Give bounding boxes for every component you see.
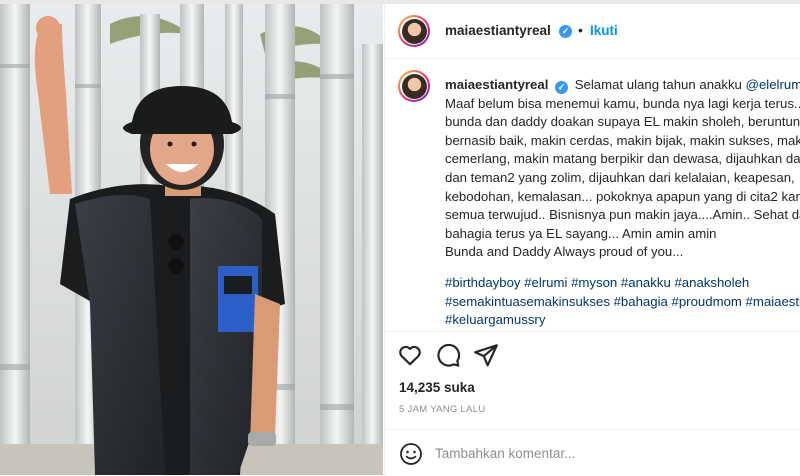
caption-verified-badge-icon: ✓ bbox=[555, 81, 569, 94]
caption-line: bernasib baik, makin cerdas, makin bijak… bbox=[445, 132, 800, 148]
post-side-panel: maiaestiantyreal ✓ • Ikuti maiaestiantyr… bbox=[384, 4, 800, 475]
caption-line: dan teman2 yang zolim, dijauhkan dari ke… bbox=[445, 169, 795, 185]
caption-line: bunda dan daddy doakan supaya EL makin s… bbox=[445, 114, 800, 130]
caption-area: maiaestiantyreal ✓ Selamat ulang tahun a… bbox=[385, 59, 800, 331]
photo-illustration bbox=[0, 4, 383, 475]
caption-line: semua terwujud.. Bisnisnya pun makin jay… bbox=[445, 207, 800, 223]
caption-line: Maaf belum bisa menemui kamu, bunda nya … bbox=[445, 95, 800, 111]
action-bar bbox=[385, 331, 800, 376]
comment-input[interactable] bbox=[435, 442, 775, 464]
caption-line: kebodohan, kemalasan... pokoknya apapun … bbox=[445, 188, 800, 204]
comment-bar bbox=[385, 429, 800, 476]
verified-badge-icon: ✓ bbox=[559, 25, 572, 38]
post-photo[interactable] bbox=[0, 4, 383, 475]
caption-text: maiaestiantyreal ✓ Selamat ulang tahun a… bbox=[445, 76, 800, 330]
post-timestamp[interactable]: 5 JAM YANG LALU bbox=[399, 404, 486, 415]
caption-author-avatar[interactable] bbox=[398, 70, 430, 102]
caption-author-username[interactable]: maiaestiantyreal bbox=[445, 77, 548, 92]
paper-plane-icon[interactable] bbox=[473, 342, 499, 368]
separator-dot: • bbox=[578, 22, 583, 38]
author-username[interactable]: maiaestiantyreal bbox=[445, 23, 551, 38]
likes-count[interactable]: 14,235 suka bbox=[399, 380, 475, 395]
follow-button[interactable]: Ikuti bbox=[590, 23, 618, 38]
caption-line: Bunda and Daddy Always proud of you... bbox=[445, 244, 684, 260]
caption-line: bahagia terus ya EL sayang... Amin amin … bbox=[445, 225, 717, 241]
author-avatar[interactable] bbox=[398, 15, 430, 47]
caption-mention[interactable]: @elelrumi bbox=[746, 77, 800, 92]
hashtag-line[interactable]: #birthdayboy #elrumi #myson #anakku #ana… bbox=[445, 274, 800, 293]
heart-icon[interactable] bbox=[397, 342, 423, 368]
hashtag-line[interactable]: #semakintuasemakinsukses #bahagia #proud… bbox=[445, 293, 800, 312]
comment-icon[interactable] bbox=[435, 342, 461, 368]
hashtag-line[interactable]: #keluargamussry bbox=[445, 311, 800, 330]
post-header: maiaestiantyreal ✓ • Ikuti bbox=[385, 4, 800, 59]
caption-intro: Selamat ulang tahun anakku bbox=[574, 77, 742, 92]
smiley-icon[interactable] bbox=[399, 442, 423, 466]
caption-line: cemerlang, makin matang berpikir dan dew… bbox=[445, 151, 800, 167]
